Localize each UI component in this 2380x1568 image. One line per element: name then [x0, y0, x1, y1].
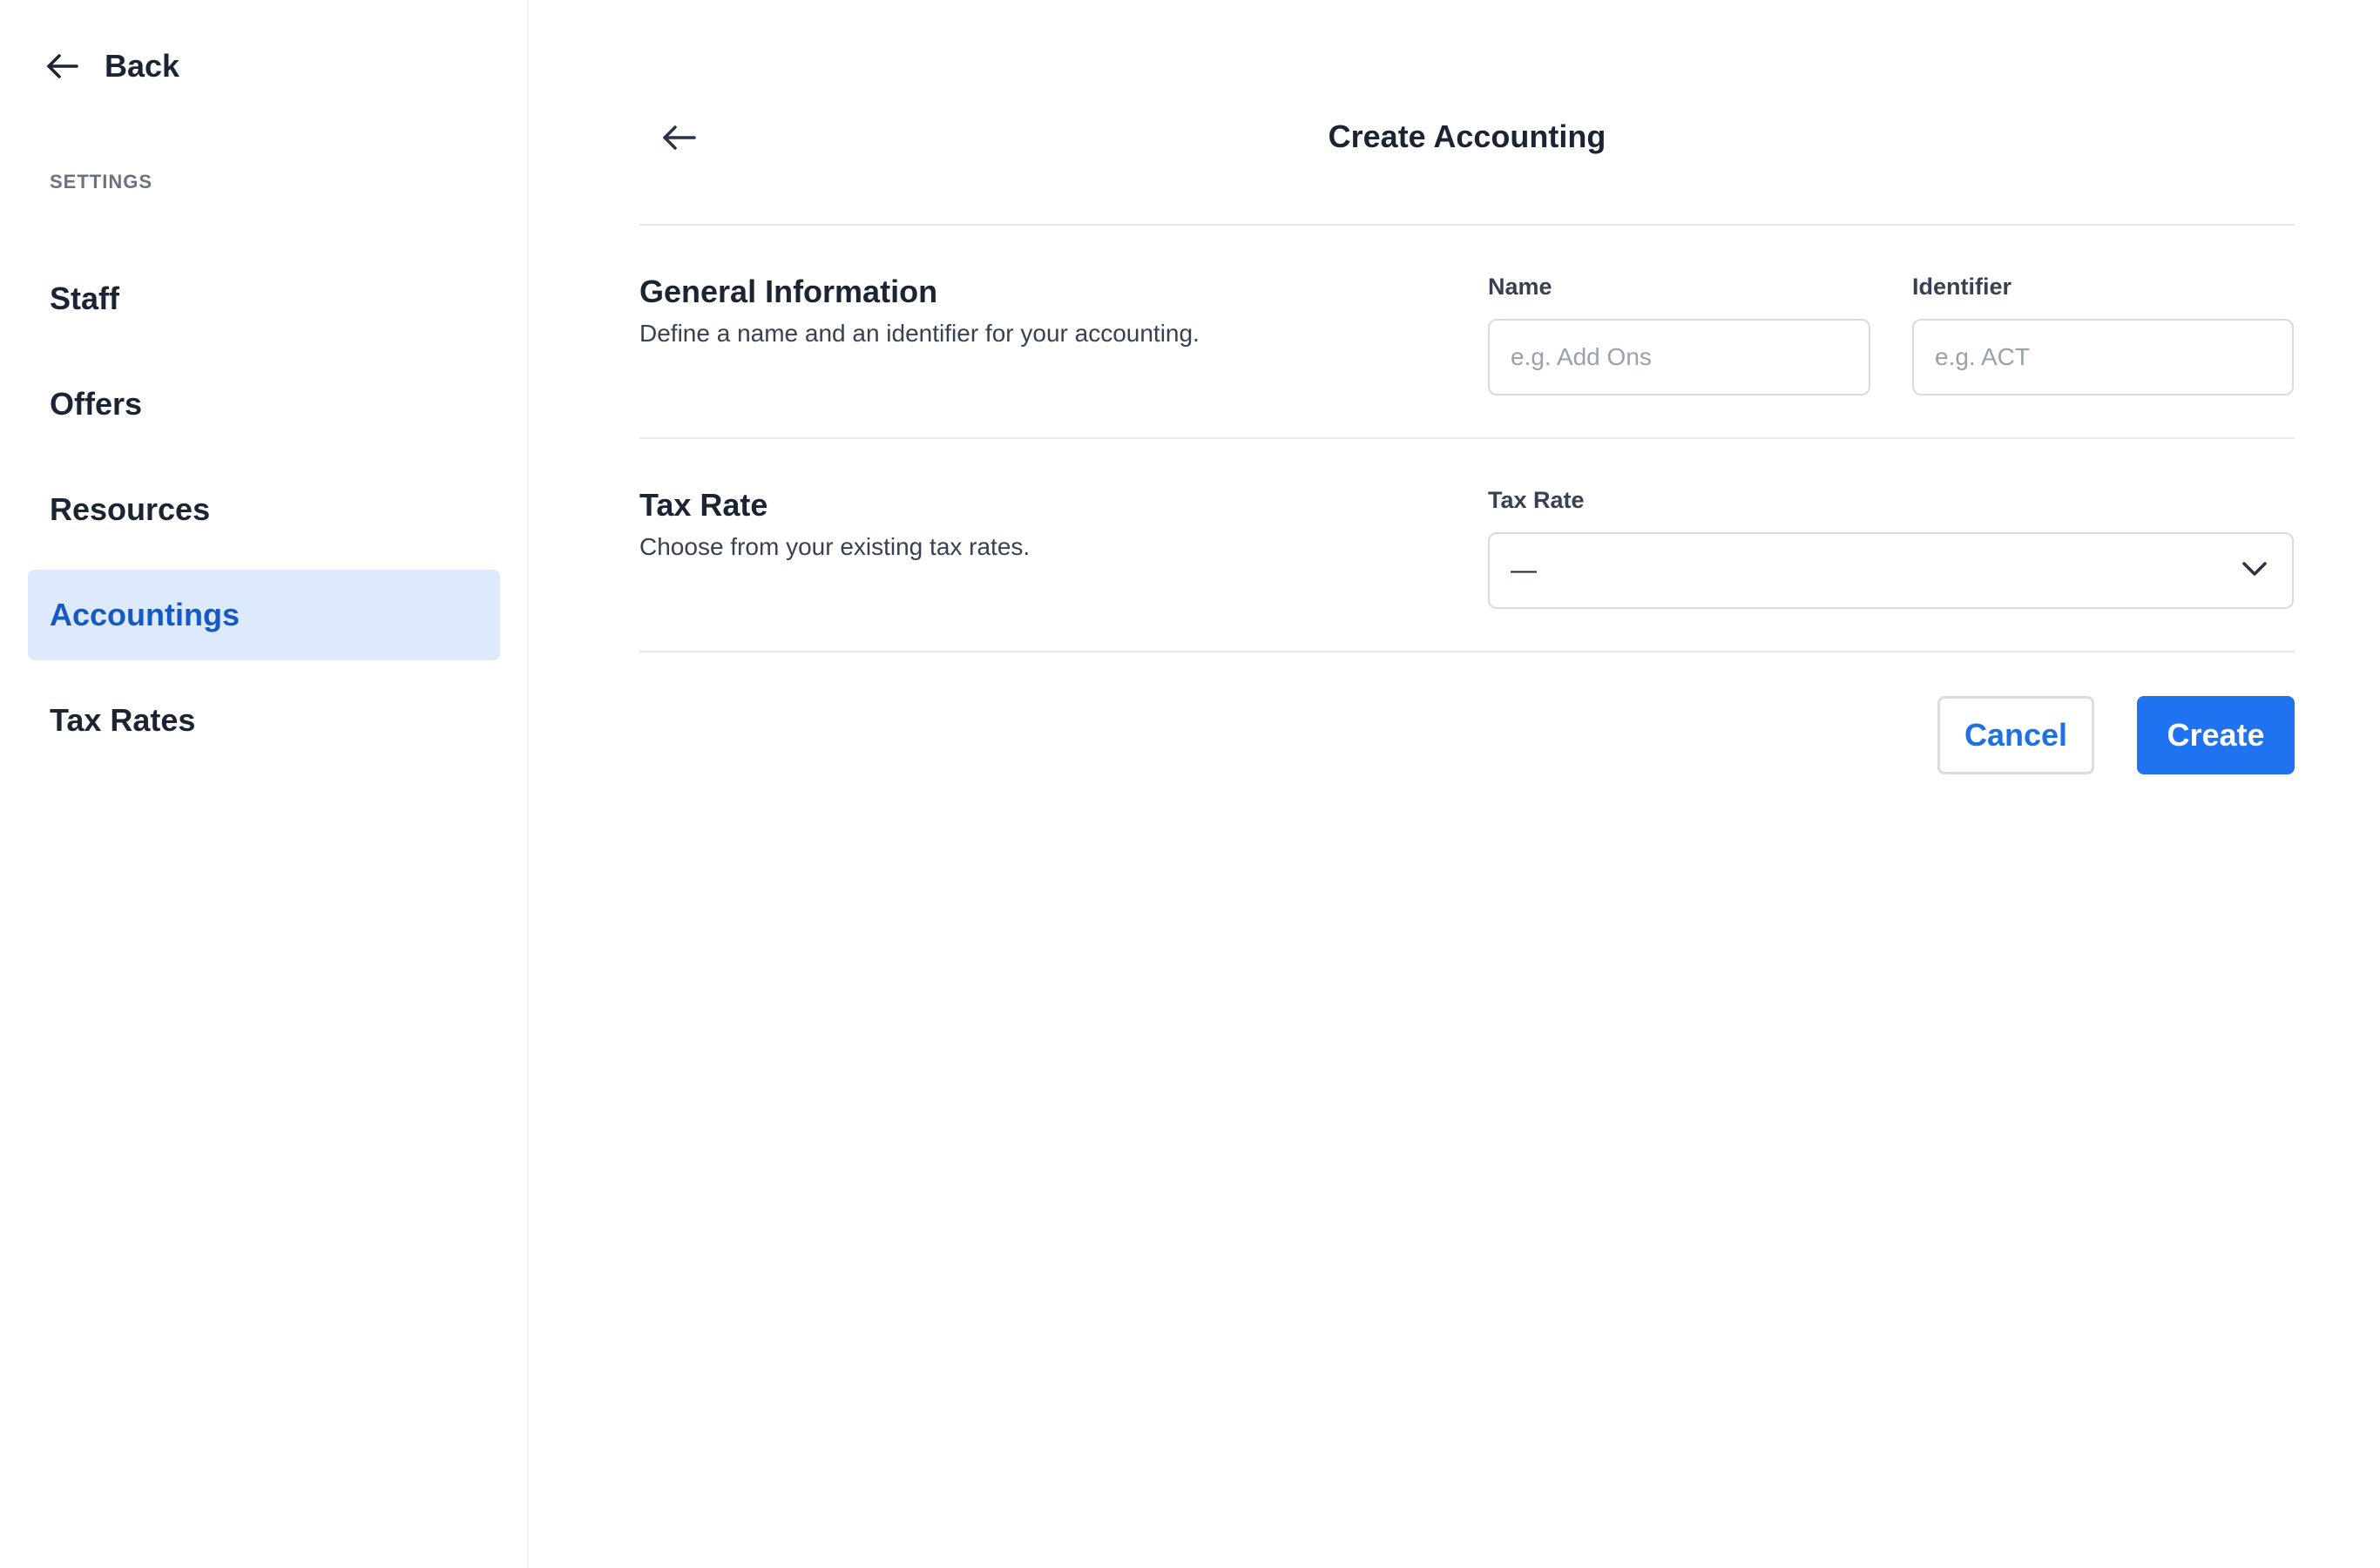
sidebar-item-accountings[interactable]: Accountings [28, 570, 500, 660]
section-title: Tax Rate [639, 487, 768, 523]
main-content: Create Accounting General Information De… [529, 0, 2380, 1568]
sidebar-item-staff[interactable]: Staff [28, 253, 500, 344]
cancel-button[interactable]: Cancel [1937, 696, 2094, 774]
sidebar-item-label: Tax Rates [50, 702, 196, 738]
form-actions: Cancel Create [1937, 696, 2295, 774]
sidebar-item-resources[interactable]: Resources [28, 464, 500, 555]
sidebar-item-label: Offers [50, 386, 143, 422]
section-title: General Information [639, 274, 938, 309]
create-accounting-form: Create Accounting General Information De… [639, 0, 2295, 774]
sidebar-back-link[interactable]: Back [45, 40, 179, 92]
section-description: Define a name and an identifier for your… [639, 320, 1200, 347]
settings-section-label: SETTINGS [50, 171, 153, 193]
identifier-field-label: Identifier [1912, 274, 2012, 300]
create-button[interactable]: Create [2137, 696, 2295, 774]
name-input[interactable] [1488, 319, 1870, 395]
arrow-left-icon [45, 49, 80, 84]
tax-rate-section: Tax Rate Choose from your existing tax r… [639, 439, 2295, 652]
tax-rate-select[interactable]: — [1488, 532, 2294, 609]
section-description: Choose from your existing tax rates. [639, 533, 1031, 560]
page-header: Create Accounting [639, 0, 2295, 226]
identifier-input[interactable] [1912, 319, 2294, 395]
sidebar-item-label: Staff [50, 280, 119, 316]
general-information-section: General Information Define a name and an… [639, 226, 2295, 439]
sidebar-item-label: Resources [50, 491, 211, 527]
tax-rate-selected-value: — [1511, 556, 1537, 585]
sidebar: Back SETTINGS Staff Offers Resources Acc… [0, 0, 529, 1568]
sidebar-item-label: Accountings [50, 597, 240, 632]
settings-nav: Staff Offers Resources Accountings Tax R… [28, 253, 500, 781]
tax-rate-field-label: Tax Rate [1488, 487, 1585, 513]
chevron-down-icon [2241, 561, 2268, 581]
sidebar-item-offers[interactable]: Offers [28, 359, 500, 449]
page-title: Create Accounting [1328, 118, 1606, 154]
app-window: Back SETTINGS Staff Offers Resources Acc… [0, 0, 2380, 1568]
back-label: Back [105, 48, 180, 84]
sidebar-item-tax-rates[interactable]: Tax Rates [28, 675, 500, 766]
name-field-label: Name [1488, 274, 1552, 300]
